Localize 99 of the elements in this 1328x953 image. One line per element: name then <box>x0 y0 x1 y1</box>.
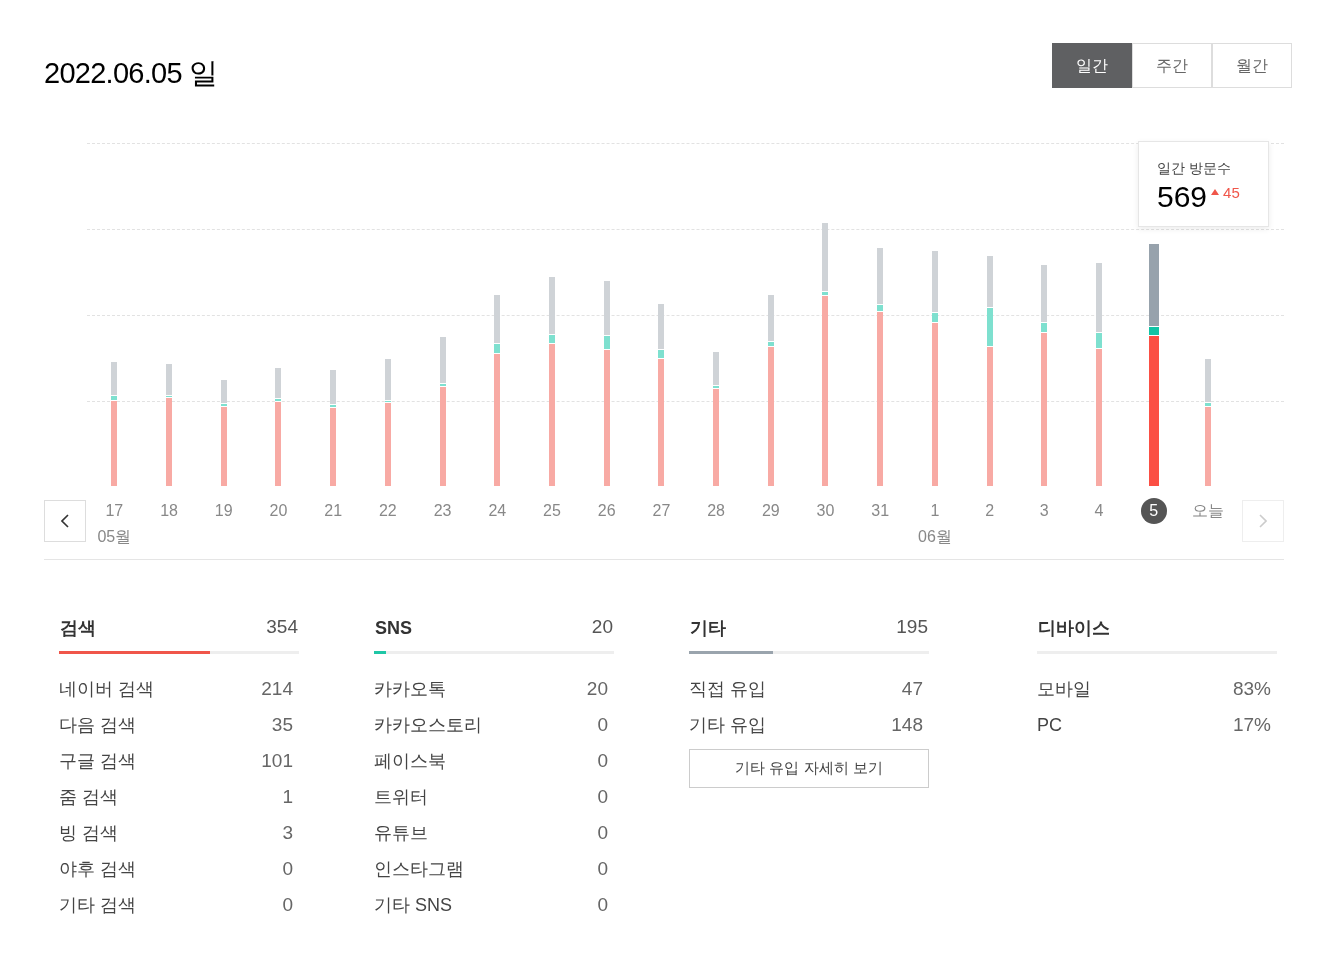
day-label[interactable]: 오늘 <box>1192 497 1225 524</box>
source-label: 기타 유입 <box>689 714 766 737</box>
stacked-bar[interactable] <box>384 358 391 488</box>
stacked-bar[interactable] <box>166 363 173 488</box>
previous-button[interactable] <box>44 499 86 542</box>
day-label[interactable]: 28 <box>707 497 725 524</box>
day-label[interactable]: 18 <box>160 497 178 524</box>
stacked-bar[interactable] <box>439 336 446 488</box>
day-label[interactable]: 30 <box>816 497 835 524</box>
stacked-bar[interactable] <box>220 379 227 488</box>
source-value: 47 <box>901 677 923 702</box>
stacked-bar[interactable] <box>494 294 501 488</box>
stacked-bar[interactable] <box>658 303 665 488</box>
category-total: 354 <box>266 615 298 639</box>
day-label[interactable]: 2 <box>985 497 995 524</box>
day-label[interactable]: 26 <box>597 497 616 524</box>
category-title: SNS <box>375 616 412 640</box>
day-label[interactable]: 21 <box>324 497 343 524</box>
up-triangle-icon <box>1211 188 1220 195</box>
period-tab[interactable]: 주간 <box>1132 43 1212 88</box>
day-label[interactable]: 25 <box>543 497 561 524</box>
source-label: 인스타그램 <box>374 858 464 881</box>
chevron-left-icon <box>61 513 69 528</box>
source-value: 0 <box>597 893 608 918</box>
source-label: 페이스북 <box>374 750 446 773</box>
source-value: 101 <box>261 749 293 774</box>
stacked-bar[interactable] <box>275 367 282 488</box>
source-label: 구글 검색 <box>59 750 136 773</box>
stacked-bar[interactable] <box>986 255 993 488</box>
chevron-right-icon <box>1259 513 1267 528</box>
stacked-bar[interactable] <box>713 351 720 488</box>
day-label[interactable]: 20 <box>269 497 288 524</box>
source-value: 0 <box>597 785 608 810</box>
tooltip-label: 일간 방문수 <box>1157 158 1232 178</box>
day-label[interactable]: 19 <box>214 497 233 524</box>
source-value: 0 <box>597 857 608 882</box>
stacked-bar[interactable] <box>111 361 118 488</box>
stacked-bar[interactable] <box>1148 243 1159 488</box>
month-label: 05월 <box>97 526 132 547</box>
stacked-bar[interactable] <box>603 280 610 488</box>
source-label: 기타 SNS <box>374 894 452 917</box>
source-label: 직접 유입 <box>689 678 766 701</box>
source-value: 0 <box>282 893 293 918</box>
stacked-bar[interactable] <box>548 276 555 488</box>
category-total: 20 <box>591 615 613 639</box>
date-title: 2022.06.05 일 <box>44 56 218 91</box>
day-label[interactable]: 5 <box>1140 497 1167 524</box>
category-title: 검색 <box>60 616 96 640</box>
source-value: 214 <box>261 677 293 702</box>
day-label[interactable]: 24 <box>488 497 507 524</box>
month-label: 06월 <box>918 526 952 547</box>
source-label: 기타 검색 <box>59 894 136 917</box>
stacked-bar[interactable] <box>1096 262 1102 488</box>
day-label[interactable]: 17 <box>105 497 124 524</box>
day-label[interactable]: 1 <box>930 497 940 524</box>
source-value: 35 <box>271 713 293 738</box>
source-label: 네이버 검색 <box>59 678 154 701</box>
source-label: 줌 검색 <box>59 786 118 809</box>
source-label: 다음 검색 <box>59 714 136 737</box>
day-label[interactable]: 23 <box>433 497 452 524</box>
stacked-bar[interactable] <box>931 250 938 488</box>
stacked-bar[interactable] <box>1041 264 1048 488</box>
source-value: 83% <box>1232 677 1271 702</box>
stacked-bar[interactable] <box>1205 358 1212 488</box>
source-label: 야후 검색 <box>59 858 136 881</box>
source-label: 유튜브 <box>374 822 428 845</box>
source-value: 17% <box>1232 713 1271 738</box>
source-label: 카카오스토리 <box>374 714 482 737</box>
period-tab[interactable]: 일간 <box>1052 43 1132 88</box>
stacked-bar[interactable] <box>330 369 337 488</box>
day-label[interactable]: 22 <box>378 497 397 524</box>
source-label: 카카오톡 <box>374 678 446 701</box>
visit-count: 569 <box>1157 178 1208 215</box>
source-label: 모바일 <box>1037 678 1091 701</box>
change-value: 45 <box>1223 182 1240 203</box>
source-value: 0 <box>282 857 293 882</box>
stacked-bar[interactable] <box>767 294 774 488</box>
source-value: 1 <box>282 785 293 810</box>
source-value: 3 <box>282 821 293 846</box>
day-label[interactable]: 31 <box>871 497 890 524</box>
source-label: PC <box>1037 714 1062 737</box>
source-label: 트위터 <box>374 786 428 809</box>
day-label[interactable]: 4 <box>1094 497 1104 524</box>
stacked-bar[interactable] <box>877 247 884 488</box>
category-title: 기타 <box>690 616 726 640</box>
category-total: 195 <box>896 615 928 639</box>
source-value: 0 <box>597 821 608 846</box>
day-label[interactable]: 29 <box>761 497 780 524</box>
source-value: 0 <box>597 749 608 774</box>
source-value: 0 <box>597 713 608 738</box>
category-title: 디바이스 <box>1038 616 1110 640</box>
details-button[interactable]: 기타 유입 자세히 보기 <box>689 748 929 788</box>
source-label: 빙 검색 <box>59 822 118 845</box>
stacked-bar[interactable] <box>822 222 829 488</box>
day-label[interactable]: 3 <box>1039 497 1049 524</box>
period-tab[interactable]: 월간 <box>1212 43 1292 88</box>
source-value: 20 <box>586 677 608 702</box>
source-value: 148 <box>891 713 923 738</box>
day-label[interactable]: 27 <box>652 497 671 524</box>
